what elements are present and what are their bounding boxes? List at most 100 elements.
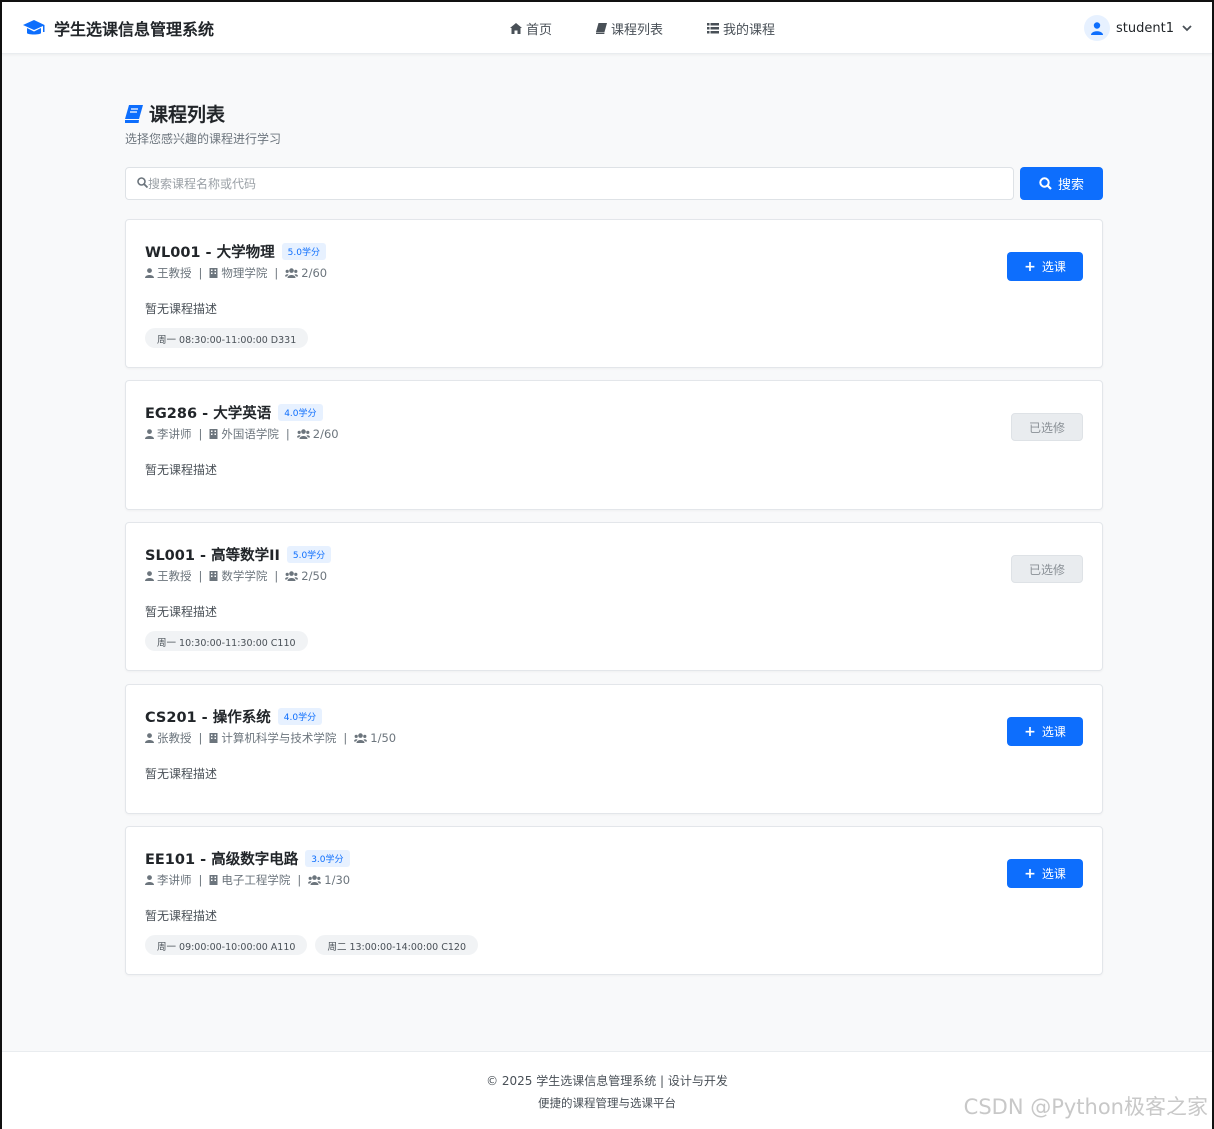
teacher-name: 张教授 <box>157 731 192 745</box>
enrollment-count: 2/60 <box>301 266 328 280</box>
course-header: SL001 - 高等数学II 5.0学分 <box>145 544 332 565</box>
select-course-label: 选课 <box>1041 867 1066 881</box>
separator: | <box>343 731 348 745</box>
enrolled-button: 已选修 <box>1011 413 1083 441</box>
graduation-cap-icon <box>23 20 45 35</box>
watermark: CSDN @Python极客之家 <box>963 1095 1208 1119</box>
avatar <box>1084 15 1111 41</box>
college-name: 电子工程学院 <box>221 873 291 887</box>
search-input[interactable] <box>125 167 1014 200</box>
course-description: 暂无课程描述 <box>145 302 218 316</box>
course-header: EE101 - 高级数字电路 3.0学分 <box>145 848 350 869</box>
username: student1 <box>1116 20 1174 36</box>
page-heading: 课程列表 <box>149 104 226 126</box>
separator: | <box>198 569 203 583</box>
user-menu[interactable]: student1 <box>1084 15 1192 41</box>
course-title: EE101 - 高级数字电路 <box>145 852 299 868</box>
nav-my-courses-label: 我的课程 <box>723 23 776 38</box>
user-icon <box>1091 21 1104 35</box>
book-icon <box>125 104 143 123</box>
college-name: 外国语学院 <box>221 427 279 441</box>
schedule-tag: 周一 09:00:00-10:00:00 A110 <box>145 935 308 955</box>
enrollment-count: 1/30 <box>324 873 351 887</box>
schedule-list: 周一 10:30:00-11:30:00 C110 <box>145 631 316 651</box>
course-header: WL001 - 大学物理 5.0学分 <box>145 241 326 262</box>
building-icon <box>209 429 218 439</box>
page-subtitle: 选择您感兴趣的课程进行学习 <box>125 132 282 146</box>
nav-courses[interactable]: 课程列表 <box>596 19 663 38</box>
select-course-button[interactable]: + 选课 <box>1007 252 1083 281</box>
course-meta: 李讲师 | 外国语学院 | 2/60 <box>145 426 339 442</box>
plus-icon: + <box>1024 258 1036 275</box>
brand-title: 学生选课信息管理系统 <box>54 20 215 39</box>
navbar: 学生选课信息管理系统 首页 课程列表 我的课程 student1 <box>2 2 1212 54</box>
course-description: 暂无课程描述 <box>145 909 218 923</box>
course-meta: 张教授 | 计算机科学与技术学院 | 1/50 <box>145 730 396 746</box>
schedule-list: 周一 09:00:00-10:00:00 A110 周二 13:00:00-14:… <box>145 935 486 955</box>
users-icon <box>354 733 368 743</box>
select-course-button[interactable]: + 选课 <box>1007 859 1083 888</box>
page-title: 课程列表 <box>125 100 225 127</box>
course-header: CS201 - 操作系统 4.0学分 <box>145 706 323 727</box>
enrollment-count: 1/50 <box>370 731 397 745</box>
chevron-down-icon <box>1182 24 1192 31</box>
course-description: 暂无课程描述 <box>145 605 218 619</box>
building-icon <box>209 733 218 743</box>
separator: | <box>198 266 203 280</box>
teacher-icon <box>145 429 154 439</box>
credit-badge: 3.0学分 <box>305 850 350 867</box>
credit-badge: 5.0学分 <box>286 546 332 563</box>
select-course-label: 选课 <box>1041 260 1066 274</box>
nav-home-label: 首页 <box>526 23 553 38</box>
enrolled-label: 已选修 <box>1028 562 1065 577</box>
credit-badge: 5.0学分 <box>281 243 326 260</box>
college-name: 物理学院 <box>221 266 268 280</box>
users-icon <box>296 429 310 439</box>
building-icon <box>209 571 218 581</box>
teacher-name: 王教授 <box>157 266 192 280</box>
nav-my-courses[interactable]: 我的课程 <box>707 19 775 38</box>
course-meta: 王教授 | 物理学院 | 2/60 <box>145 265 327 281</box>
teacher-icon <box>145 571 154 581</box>
separator: | <box>297 873 302 887</box>
course-header: EG286 - 大学英语 4.0学分 <box>145 402 323 423</box>
teacher-name: 王教授 <box>157 569 192 583</box>
course-card: SL001 - 高等数学II 5.0学分 王教授 | 数学学院 | 2/50 暂… <box>125 522 1103 671</box>
users-icon <box>308 875 322 885</box>
nav-links: 首页 课程列表 我的课程 <box>510 19 819 38</box>
course-meta: 王教授 | 数学学院 | 2/50 <box>145 568 327 584</box>
course-title: WL001 - 大学物理 <box>145 245 275 261</box>
enrollment-count: 2/50 <box>301 569 328 583</box>
plus-icon: + <box>1024 865 1036 882</box>
course-title: SL001 - 高等数学II <box>145 548 280 564</box>
nav-home[interactable]: 首页 <box>510 19 552 38</box>
building-icon <box>209 268 218 278</box>
teacher-name: 李讲师 <box>157 427 192 441</box>
enrolled-label: 已选修 <box>1028 420 1065 435</box>
schedule-tag: 周一 10:30:00-11:30:00 C110 <box>145 631 308 651</box>
search-button[interactable]: 搜索 <box>1020 167 1103 200</box>
teacher-icon <box>145 875 154 885</box>
course-description: 暂无课程描述 <box>145 463 218 477</box>
separator: | <box>198 731 203 745</box>
book-icon <box>596 23 608 34</box>
separator: | <box>198 427 203 441</box>
search-icon <box>1039 177 1052 190</box>
users-icon <box>285 571 299 581</box>
select-course-button[interactable]: + 选课 <box>1007 717 1083 746</box>
schedule-tag: 周二 13:00:00-14:00:00 C120 <box>315 935 479 955</box>
nav-courses-label: 课程列表 <box>611 23 664 38</box>
teacher-name: 李讲师 <box>157 873 192 887</box>
teacher-icon <box>145 733 154 743</box>
brand[interactable]: 学生选课信息管理系统 <box>22 16 214 40</box>
credit-badge: 4.0学分 <box>277 708 323 725</box>
footer-copyright: © 2025 学生选课信息管理系统 | 设计与开发 <box>486 1074 728 1088</box>
course-title: CS201 - 操作系统 <box>145 710 271 726</box>
schedule-tag: 周一 08:30:00-11:00:00 D331 <box>145 328 309 348</box>
course-meta: 李讲师 | 电子工程学院 | 1/30 <box>145 872 350 888</box>
schedule-list: 周一 08:30:00-11:00:00 D331 <box>145 328 316 348</box>
college-name: 计算机科学与技术学院 <box>221 731 337 745</box>
search-icon <box>137 177 148 188</box>
home-icon <box>510 23 522 34</box>
credit-badge: 4.0学分 <box>278 404 323 421</box>
